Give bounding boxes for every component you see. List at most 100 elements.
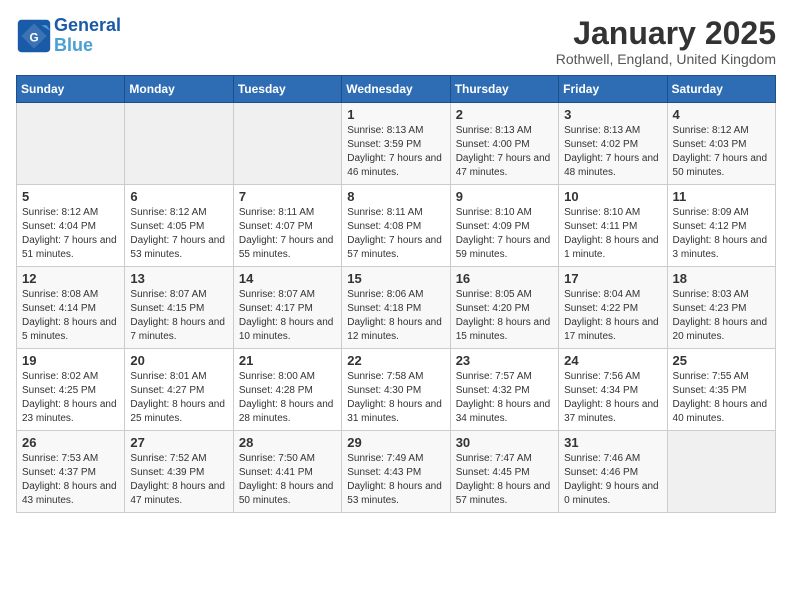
calendar-cell: 27 Sunrise: 7:52 AM Sunset: 4:39 PM Dayli… [125, 431, 233, 513]
day-info: Sunrise: 7:58 AM Sunset: 4:30 PM Dayligh… [347, 370, 444, 426]
calendar-cell [17, 103, 125, 185]
calendar-cell [125, 103, 233, 185]
header-sunday: Sunday [17, 76, 125, 103]
day-number: 16 [456, 271, 553, 286]
calendar-header-row: SundayMondayTuesdayWednesdayThursdayFrid… [17, 76, 776, 103]
day-info: Sunrise: 8:12 AM Sunset: 4:04 PM Dayligh… [22, 206, 119, 262]
calendar-cell: 19 Sunrise: 8:02 AM Sunset: 4:25 PM Dayli… [17, 349, 125, 431]
day-info: Sunrise: 8:12 AM Sunset: 4:03 PM Dayligh… [673, 124, 770, 180]
calendar-week-row: 12 Sunrise: 8:08 AM Sunset: 4:14 PM Dayli… [17, 267, 776, 349]
day-number: 14 [239, 271, 336, 286]
day-info: Sunrise: 7:53 AM Sunset: 4:37 PM Dayligh… [22, 452, 119, 508]
day-info: Sunrise: 8:04 AM Sunset: 4:22 PM Dayligh… [564, 288, 661, 344]
logo-text: GeneralBlue [54, 16, 121, 56]
day-number: 17 [564, 271, 661, 286]
month-title: January 2025 [556, 16, 776, 51]
day-number: 22 [347, 353, 444, 368]
calendar-cell: 9Sunrise: 8:10 AM Sunset: 4:09 PM Daylig… [450, 185, 558, 267]
day-number: 3 [564, 107, 661, 122]
day-info: Sunrise: 8:08 AM Sunset: 4:14 PM Dayligh… [22, 288, 119, 344]
calendar-cell: 13 Sunrise: 8:07 AM Sunset: 4:15 PM Dayli… [125, 267, 233, 349]
day-number: 30 [456, 435, 553, 450]
day-number: 23 [456, 353, 553, 368]
header-tuesday: Tuesday [233, 76, 341, 103]
location-subtitle: Rothwell, England, United Kingdom [556, 51, 776, 67]
day-info: Sunrise: 8:10 AM Sunset: 4:09 PM Dayligh… [456, 206, 553, 262]
day-info: Sunrise: 8:07 AM Sunset: 4:17 PM Dayligh… [239, 288, 336, 344]
day-info: Sunrise: 8:06 AM Sunset: 4:18 PM Dayligh… [347, 288, 444, 344]
calendar-cell: 18 Sunrise: 8:03 AM Sunset: 4:23 PM Dayli… [667, 267, 775, 349]
day-info: Sunrise: 7:55 AM Sunset: 4:35 PM Dayligh… [673, 370, 770, 426]
day-number: 15 [347, 271, 444, 286]
header-thursday: Thursday [450, 76, 558, 103]
day-number: 20 [130, 353, 227, 368]
day-number: 29 [347, 435, 444, 450]
calendar-cell: 2 Sunrise: 8:13 AM Sunset: 4:00 PM Daylig… [450, 103, 558, 185]
calendar-table: SundayMondayTuesdayWednesdayThursdayFrid… [16, 75, 776, 513]
calendar-cell: 15 Sunrise: 8:06 AM Sunset: 4:18 PM Dayli… [342, 267, 450, 349]
day-number: 21 [239, 353, 336, 368]
day-number: 8 [347, 189, 444, 204]
day-info: Sunrise: 8:01 AM Sunset: 4:27 PM Dayligh… [130, 370, 227, 426]
logo: G GeneralBlue [16, 16, 121, 56]
day-number: 2 [456, 107, 553, 122]
calendar-cell: 23 Sunrise: 7:57 AM Sunset: 4:32 PM Dayli… [450, 349, 558, 431]
day-info: Sunrise: 7:47 AM Sunset: 4:45 PM Dayligh… [456, 452, 553, 508]
calendar-week-row: 19 Sunrise: 8:02 AM Sunset: 4:25 PM Dayli… [17, 349, 776, 431]
day-info: Sunrise: 8:09 AM Sunset: 4:12 PM Dayligh… [673, 206, 770, 262]
calendar-cell: 22 Sunrise: 7:58 AM Sunset: 4:30 PM Dayli… [342, 349, 450, 431]
calendar-cell: 4Sunrise: 8:12 AM Sunset: 4:03 PM Daylig… [667, 103, 775, 185]
day-info: Sunrise: 8:03 AM Sunset: 4:23 PM Dayligh… [673, 288, 770, 344]
calendar-cell: 31Sunrise: 7:46 AM Sunset: 4:46 PM Dayli… [559, 431, 667, 513]
day-number: 11 [673, 189, 770, 204]
day-number: 24 [564, 353, 661, 368]
day-number: 6 [130, 189, 227, 204]
calendar-cell: 14 Sunrise: 8:07 AM Sunset: 4:17 PM Dayli… [233, 267, 341, 349]
day-number: 18 [673, 271, 770, 286]
day-info: Sunrise: 8:13 AM Sunset: 3:59 PM Dayligh… [347, 124, 444, 180]
calendar-cell: 26Sunrise: 7:53 AM Sunset: 4:37 PM Dayli… [17, 431, 125, 513]
calendar-cell: 10 Sunrise: 8:10 AM Sunset: 4:11 PM Dayli… [559, 185, 667, 267]
day-info: Sunrise: 8:02 AM Sunset: 4:25 PM Dayligh… [22, 370, 119, 426]
header-wednesday: Wednesday [342, 76, 450, 103]
calendar-cell: 6 Sunrise: 8:12 AM Sunset: 4:05 PM Daylig… [125, 185, 233, 267]
day-number: 19 [22, 353, 119, 368]
day-number: 27 [130, 435, 227, 450]
page-header: G GeneralBlue January 2025 Rothwell, Eng… [16, 16, 776, 67]
day-info: Sunrise: 8:11 AM Sunset: 4:08 PM Dayligh… [347, 206, 444, 262]
calendar-cell: 7Sunrise: 8:11 AM Sunset: 4:07 PM Daylig… [233, 185, 341, 267]
day-number: 10 [564, 189, 661, 204]
calendar-cell: 12 Sunrise: 8:08 AM Sunset: 4:14 PM Dayli… [17, 267, 125, 349]
svg-text:G: G [29, 31, 38, 44]
calendar-cell: 1Sunrise: 8:13 AM Sunset: 3:59 PM Daylig… [342, 103, 450, 185]
day-info: Sunrise: 8:10 AM Sunset: 4:11 PM Dayligh… [564, 206, 661, 262]
day-info: Sunrise: 8:00 AM Sunset: 4:28 PM Dayligh… [239, 370, 336, 426]
calendar-week-row: 26Sunrise: 7:53 AM Sunset: 4:37 PM Dayli… [17, 431, 776, 513]
day-number: 12 [22, 271, 119, 286]
calendar-week-row: 1Sunrise: 8:13 AM Sunset: 3:59 PM Daylig… [17, 103, 776, 185]
calendar-cell [233, 103, 341, 185]
day-info: Sunrise: 8:07 AM Sunset: 4:15 PM Dayligh… [130, 288, 227, 344]
day-info: Sunrise: 7:56 AM Sunset: 4:34 PM Dayligh… [564, 370, 661, 426]
calendar-cell: 8 Sunrise: 8:11 AM Sunset: 4:08 PM Daylig… [342, 185, 450, 267]
day-info: Sunrise: 7:57 AM Sunset: 4:32 PM Dayligh… [456, 370, 553, 426]
day-info: Sunrise: 8:13 AM Sunset: 4:00 PM Dayligh… [456, 124, 553, 180]
calendar-cell [667, 431, 775, 513]
day-info: Sunrise: 7:49 AM Sunset: 4:43 PM Dayligh… [347, 452, 444, 508]
logo-icon: G [16, 18, 52, 54]
calendar-cell: 20 Sunrise: 8:01 AM Sunset: 4:27 PM Dayli… [125, 349, 233, 431]
calendar-week-row: 5Sunrise: 8:12 AM Sunset: 4:04 PM Daylig… [17, 185, 776, 267]
title-block: January 2025 Rothwell, England, United K… [556, 16, 776, 67]
calendar-cell: 28Sunrise: 7:50 AM Sunset: 4:41 PM Dayli… [233, 431, 341, 513]
day-info: Sunrise: 8:12 AM Sunset: 4:05 PM Dayligh… [130, 206, 227, 262]
calendar-cell: 24 Sunrise: 7:56 AM Sunset: 4:34 PM Dayli… [559, 349, 667, 431]
day-number: 13 [130, 271, 227, 286]
day-info: Sunrise: 8:05 AM Sunset: 4:20 PM Dayligh… [456, 288, 553, 344]
day-number: 31 [564, 435, 661, 450]
day-info: Sunrise: 7:52 AM Sunset: 4:39 PM Dayligh… [130, 452, 227, 508]
calendar-cell: 3Sunrise: 8:13 AM Sunset: 4:02 PM Daylig… [559, 103, 667, 185]
calendar-cell: 17 Sunrise: 8:04 AM Sunset: 4:22 PM Dayli… [559, 267, 667, 349]
header-friday: Friday [559, 76, 667, 103]
calendar-cell: 5Sunrise: 8:12 AM Sunset: 4:04 PM Daylig… [17, 185, 125, 267]
calendar-cell: 21 Sunrise: 8:00 AM Sunset: 4:28 PM Dayli… [233, 349, 341, 431]
